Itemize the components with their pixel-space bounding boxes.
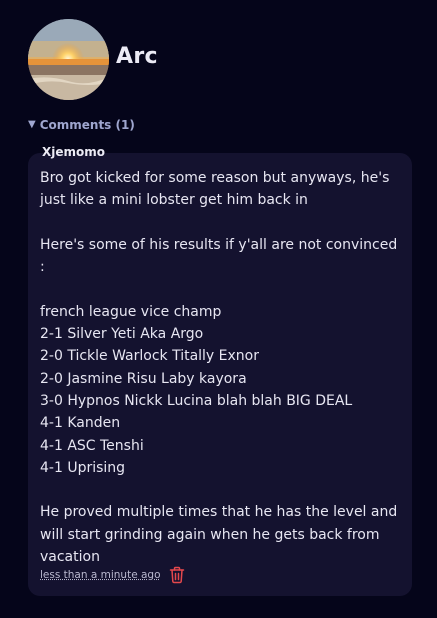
sunset-photo-icon <box>28 19 109 100</box>
profile-name: Arc <box>116 44 158 69</box>
trash-icon[interactable] <box>169 566 185 584</box>
caret-down-icon: ▼ <box>28 119 36 130</box>
comments-toggle-label: Comments (1) <box>39 118 135 132</box>
comment-card: Bro got kicked for some reason but anywa… <box>28 153 412 596</box>
comment-author[interactable]: Xjemomo <box>42 145 105 159</box>
page: Arc ▼ Comments (1) Bro got kicked for so… <box>0 0 437 618</box>
comment-footer: less than a minute ago <box>40 566 185 584</box>
comment-timestamp[interactable]: less than a minute ago <box>40 569 161 581</box>
comments-toggle[interactable]: ▼ Comments (1) <box>28 118 135 132</box>
avatar[interactable] <box>28 19 109 100</box>
comment-body: Bro got kicked for some reason but anywa… <box>40 170 398 566</box>
